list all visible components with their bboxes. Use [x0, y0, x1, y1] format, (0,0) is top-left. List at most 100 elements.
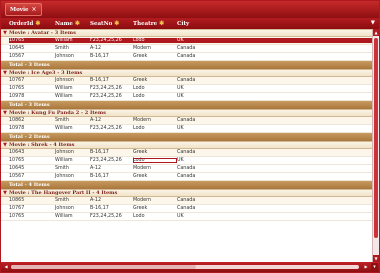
group-chip-movie[interactable]: Movie ×	[5, 3, 42, 16]
cell-seat[interactable]: B-16,17	[90, 174, 133, 179]
group-header[interactable]: ▼ Movie : Kung Fu Panda 2 - 2 Items	[1, 109, 372, 117]
cell-seat[interactable]: F23,24,25,26	[90, 158, 133, 163]
cell-name[interactable]: Johnson	[55, 54, 90, 59]
cell-orderid[interactable]: 10865	[9, 198, 55, 203]
cell-orderid[interactable]: 10567	[9, 174, 55, 179]
cell-name[interactable]: Johnson	[55, 206, 90, 211]
cell-theatre[interactable]: Modern	[133, 118, 177, 123]
cell-city[interactable]: UK	[177, 158, 372, 163]
cell-theatre[interactable]: Lodo	[133, 126, 177, 131]
horizontal-scroll-thumb[interactable]	[11, 265, 196, 269]
horizontal-scrollbar[interactable]: ◀ ▶ ▾	[1, 262, 379, 272]
group-drop-area[interactable]: Movie ×	[1, 1, 379, 18]
cell-theatre[interactable]: Greek	[133, 54, 177, 59]
cell-city[interactable]: Canada	[177, 166, 372, 171]
gear-icon[interactable]: ✱	[35, 20, 40, 27]
cell-city[interactable]: Canada	[177, 118, 372, 123]
table-row[interactable]: 10645 Smith A-12 Modern Canada	[1, 45, 372, 53]
cell-orderid[interactable]: 10862	[9, 118, 55, 123]
group-header[interactable]: ▼ Movie : Avatar - 3 Items	[1, 29, 372, 37]
cell-orderid[interactable]: 10645	[9, 46, 55, 51]
cell-name[interactable]: Smith	[55, 118, 90, 123]
cell-theatre[interactable]: Lodo	[133, 214, 177, 219]
scroll-down-icon[interactable]: ▼	[373, 255, 379, 262]
table-row[interactable]: 10643 Johnson B-16,17 Greek Canada	[1, 149, 372, 157]
cell-city[interactable]: UK	[177, 38, 372, 43]
collapse-toggle-icon[interactable]: ▼	[1, 30, 9, 36]
table-row[interactable]: 10765 William F23,24,25,26 Lodo UK	[1, 37, 372, 45]
cell-city[interactable]: Canada	[177, 46, 372, 51]
cell-orderid[interactable]: 10765	[9, 158, 55, 163]
cell-seat[interactable]: B-16,17	[90, 54, 133, 59]
cell-orderid[interactable]: 10767	[9, 78, 55, 83]
collapse-toggle-icon[interactable]: ▼	[1, 190, 9, 196]
collapse-toggle-icon[interactable]: ▼	[1, 110, 9, 116]
cell-name[interactable]: William	[55, 86, 90, 91]
cell-seat[interactable]: F23,24,25,26	[90, 86, 133, 91]
cell-theatre[interactable]: Modern	[133, 166, 177, 171]
cell-orderid[interactable]: 10643	[9, 150, 55, 155]
cell-seat[interactable]: B-16,17	[90, 78, 133, 83]
cell-theatre[interactable]: Lodo	[133, 86, 177, 91]
cell-name[interactable]: Smith	[55, 46, 90, 51]
gear-icon[interactable]: ✱	[159, 20, 164, 27]
cell-theatre[interactable]: Greek	[133, 174, 177, 179]
filter-icon[interactable]: ▼	[371, 20, 375, 26]
cell-orderid[interactable]: 10978	[9, 126, 55, 131]
table-row[interactable]: 10645 Smith A-12 Modern Canada	[1, 165, 372, 173]
header-city[interactable]: City	[177, 18, 379, 29]
cell-orderid[interactable]: 10567	[9, 54, 55, 59]
cell-theatre[interactable]: Greek	[133, 78, 177, 83]
cell-city[interactable]: Canada	[177, 54, 372, 59]
cell-theatre[interactable]: Lodo	[133, 94, 177, 99]
cell-city[interactable]: UK	[177, 214, 372, 219]
vertical-scroll-thumb[interactable]	[374, 38, 378, 238]
cell-name[interactable]: William	[55, 94, 90, 99]
cell-name[interactable]: William	[55, 38, 90, 43]
table-row[interactable]: 10767 Johnson B-16,17 Greek Canada	[1, 77, 372, 85]
collapse-toggle-icon[interactable]: ▼	[1, 70, 9, 76]
cell-theatre[interactable]: Lodo	[133, 158, 177, 163]
cell-name[interactable]: William	[55, 158, 90, 163]
cell-seat[interactable]: F23,24,25,26	[90, 214, 133, 219]
horizontal-scroll-track[interactable]	[11, 265, 359, 269]
group-header[interactable]: ▼ Movie : Ice Age3 - 3 Items	[1, 69, 372, 77]
group-header[interactable]: ▼ Movie : The Hangover Part II - 4 Items	[1, 189, 372, 197]
cell-city[interactable]: UK	[177, 94, 372, 99]
gear-icon[interactable]: ✱	[75, 20, 80, 27]
cell-orderid[interactable]: 10765	[9, 86, 55, 91]
scroll-right-icon[interactable]: ▶	[363, 264, 369, 270]
table-row[interactable]: 10765 William F23,24,25,26 Lodo UK	[1, 157, 372, 165]
cell-orderid[interactable]: 10765	[9, 214, 55, 219]
header-seatno[interactable]: SeatNo ✱	[90, 18, 133, 29]
cell-name[interactable]: Johnson	[55, 150, 90, 155]
cell-orderid[interactable]: 10645	[9, 166, 55, 171]
cell-name[interactable]: Smith	[55, 166, 90, 171]
cell-theatre[interactable]: Modern	[133, 198, 177, 203]
cell-name[interactable]: Smith	[55, 198, 90, 203]
cell-seat[interactable]: F23,24,25,26	[90, 38, 133, 43]
grid-body[interactable]: ▼ Movie : Avatar - 3 Items 10765 William F23…	[1, 29, 372, 262]
gear-icon[interactable]: ✱	[114, 20, 119, 27]
close-icon[interactable]: ×	[32, 6, 37, 13]
cell-city[interactable]: Canada	[177, 78, 372, 83]
table-row[interactable]: 10865 Smith A-12 Modern Canada	[1, 197, 372, 205]
cell-city[interactable]: Canada	[177, 206, 372, 211]
table-row[interactable]: 10567 Johnson B-16,17 Greek Canada	[1, 173, 372, 181]
cell-orderid[interactable]: 10765	[9, 38, 55, 43]
table-row[interactable]: 10567 Johnson B-16,17 Greek Canada	[1, 53, 372, 61]
cell-theatre[interactable]: Greek	[133, 150, 177, 155]
cell-seat[interactable]: A-12	[90, 46, 133, 51]
header-name[interactable]: Name ✱	[55, 18, 90, 29]
scroll-up-icon[interactable]: ▲	[373, 29, 379, 36]
cell-seat[interactable]: A-12	[90, 166, 133, 171]
cell-seat[interactable]: F23,24,25,26	[90, 94, 133, 99]
header-orderid[interactable]: OrderId ✱	[9, 18, 55, 29]
collapse-toggle-icon[interactable]: ▼	[1, 142, 9, 148]
table-row[interactable]: 10765 William F23,24,25,26 Lodo UK	[1, 85, 372, 93]
cell-seat[interactable]: B-16,17	[90, 150, 133, 155]
cell-seat[interactable]: A-12	[90, 118, 133, 123]
cell-theatre[interactable]: Greek	[133, 206, 177, 211]
cell-theatre[interactable]: Modern	[133, 46, 177, 51]
cell-city[interactable]: UK	[177, 126, 372, 131]
